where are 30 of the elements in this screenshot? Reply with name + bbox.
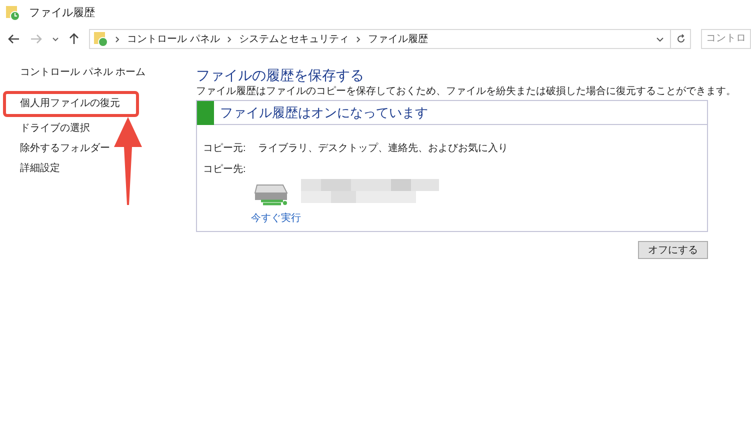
breadcrumb[interactable]: コントロール パネル [127,32,220,46]
refresh-icon [676,34,686,44]
address-bar[interactable]: コントロール パネル システムとセキュリティ ファイル履歴 [89,29,671,49]
turn-off-button[interactable]: オフにする [638,241,708,259]
status-title: ファイル履歴はオンになっています [220,104,428,122]
back-icon[interactable] [8,34,20,44]
breadcrumb[interactable]: システムとセキュリティ [238,32,349,46]
sidebar-link[interactable]: ドライブの選択 [20,119,90,139]
sidebar-link[interactable]: 詳細設定 [20,159,60,179]
chevron-right-icon [226,36,232,42]
field-value: ライブラリ、デスクトップ、連絡先、およびお気に入り [258,142,508,156]
file-history-icon [93,31,109,47]
run-now-link[interactable]: 今すぐ実行 [251,211,301,226]
description-text: ファイル履歴はファイルのコピーを保存しておくため、ファイルを紛失または破損した場合に復元することができます。 [196,84,736,99]
sidebar-link[interactable]: 個人用ファイルの復元 [3,91,139,117]
file-history-icon [5,5,21,21]
chevron-right-icon [115,36,120,42]
chevron-right-icon [356,36,361,42]
field-label: コピー先: [203,162,247,177]
search-field[interactable]: コントロ [701,29,751,49]
section-heading: ファイルの履歴を保存する [196,66,365,84]
field-label: コピー元: [203,142,247,156]
refresh-button[interactable] [671,29,691,49]
breadcrumb[interactable]: ファイル履歴 [368,32,428,46]
up-arrow-icon[interactable] [69,33,79,45]
window-title: ファイル履歴 [29,6,95,21]
sidebar-link[interactable]: 除外するフォルダー [20,139,110,159]
chevron-down-icon[interactable] [656,36,664,42]
chevron-down-icon[interactable] [52,36,59,42]
sidebar-link[interactable]: コントロール パネル ホーム [20,63,146,83]
